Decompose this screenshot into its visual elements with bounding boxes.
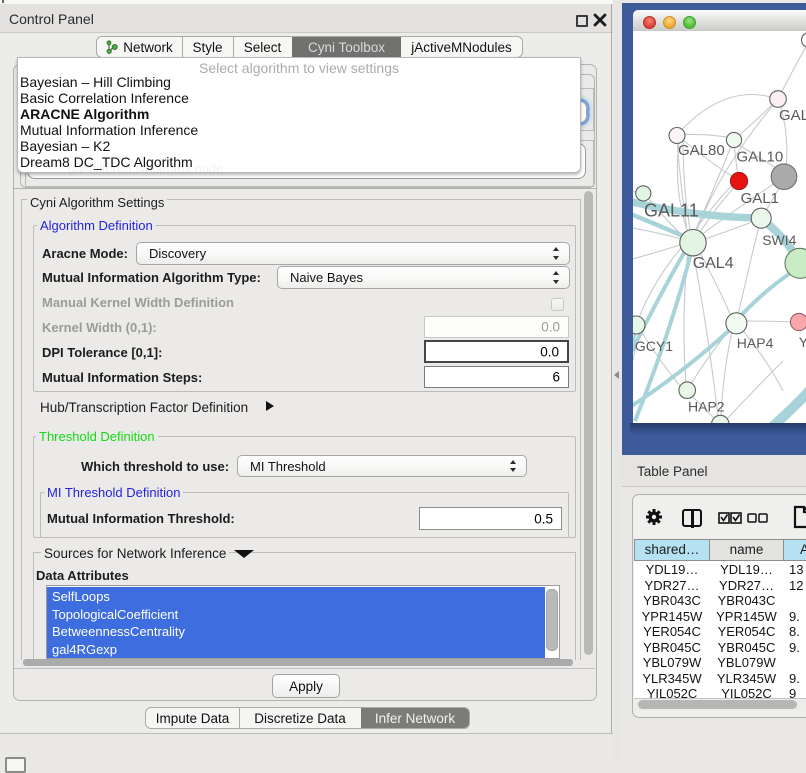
- svg-text:Y: Y: [799, 334, 806, 350]
- svg-text:HAP4: HAP4: [737, 335, 774, 351]
- svg-text:GAL11: GAL11: [644, 201, 699, 221]
- svg-text:GAL1: GAL1: [741, 190, 779, 207]
- svg-text:GCY1: GCY1: [635, 338, 673, 354]
- svg-text:SWI4: SWI4: [762, 232, 796, 248]
- svg-text:GAL7: GAL7: [779, 107, 806, 124]
- svg-text:GAL80: GAL80: [678, 142, 725, 159]
- svg-text:GAL4: GAL4: [693, 255, 734, 272]
- svg-text:GAL10: GAL10: [737, 149, 784, 166]
- svg-text:HAP2: HAP2: [688, 399, 725, 415]
